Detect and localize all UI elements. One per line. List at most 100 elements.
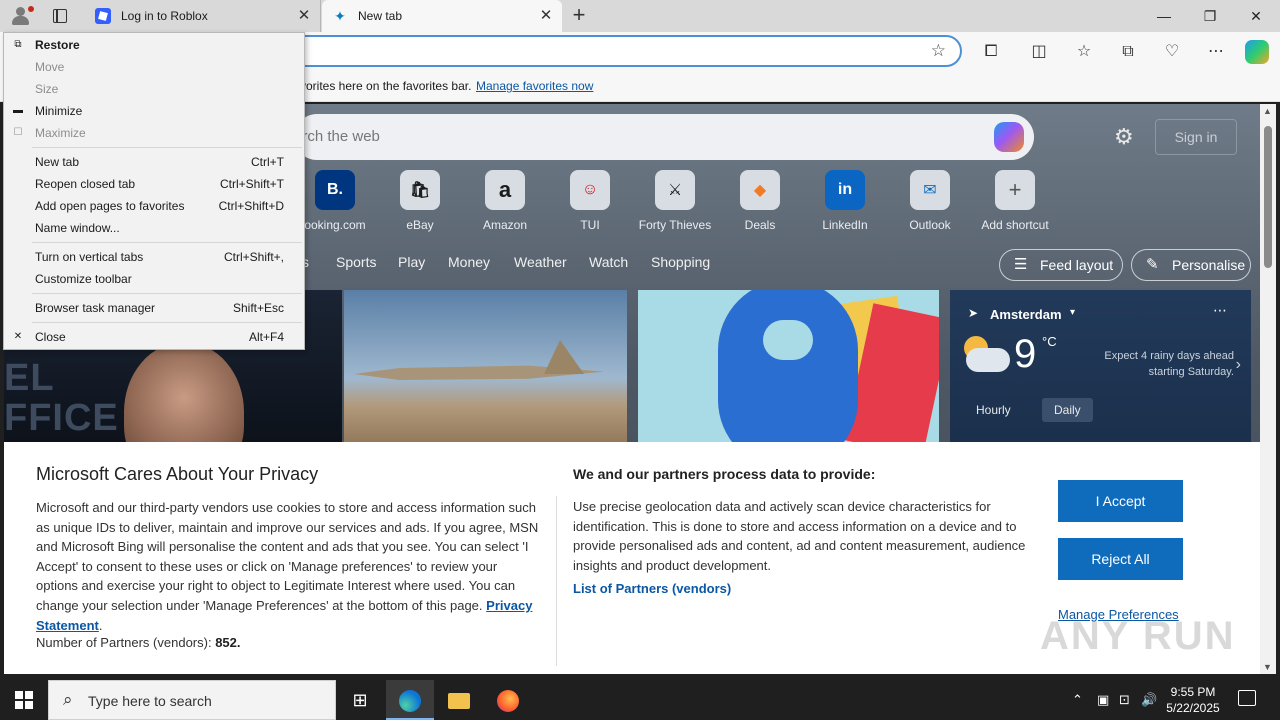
favorites-icon[interactable]: ☆ xyxy=(1070,40,1098,64)
web-search-box[interactable]: arch the web xyxy=(294,114,1034,160)
menu-item-add-to-favorites[interactable]: Add open pages to favorites Ctrl+Shift+D xyxy=(4,195,304,217)
nav-item-sports[interactable]: Sports xyxy=(336,254,376,270)
copilot-search-icon[interactable] xyxy=(994,122,1024,152)
partners-count-text: Number of Partners (vendors): 852. xyxy=(36,635,241,650)
weather-tab-hourly[interactable]: Hourly xyxy=(964,398,1023,422)
menu-item-restore[interactable]: ⧉ Restore xyxy=(4,34,304,56)
menu-separator xyxy=(32,293,302,294)
browser-essentials-icon[interactable]: ♡ xyxy=(1158,40,1186,64)
menu-item-name-window[interactable]: Name window... xyxy=(4,217,304,239)
favorite-star-icon[interactable]: ☆ xyxy=(931,41,946,61)
weather-location[interactable]: Amsterdam xyxy=(990,307,1062,322)
taskbar-firefox[interactable] xyxy=(484,680,532,720)
weather-forecast: Expect 4 rainy days ahead starting Satur… xyxy=(1104,350,1234,378)
tab-close-icon[interactable]: ✕ xyxy=(296,8,312,24)
ebay-icon: 🛍 xyxy=(400,170,440,210)
shortcut-deals[interactable]: ◆ Deals xyxy=(715,170,805,232)
collections-icon[interactable]: ⧉ xyxy=(1114,40,1142,64)
task-view-icon[interactable]: ⊞ xyxy=(336,680,384,720)
settings-gear-icon[interactable]: ⚙ xyxy=(1114,124,1134,150)
accept-button[interactable]: I Accept xyxy=(1058,480,1183,522)
nav-item-watch[interactable]: Watch xyxy=(589,254,628,270)
weather-tab-daily[interactable]: Daily xyxy=(1042,398,1093,422)
sign-in-button[interactable]: Sign in xyxy=(1155,119,1237,155)
split-screen-icon[interactable]: ◫ xyxy=(1025,40,1053,64)
restore-button[interactable]: ❐ xyxy=(1187,0,1233,32)
show-hidden-icons-icon[interactable]: ⌃ xyxy=(1072,692,1083,708)
tab-title: New tab xyxy=(358,9,403,23)
menu-item-label: Maximize xyxy=(35,126,86,140)
taskbar-clock[interactable]: 9:55 PM 5/22/2025 xyxy=(1163,684,1223,716)
linkedin-icon: in xyxy=(825,170,865,210)
menu-item-shortcut: Shift+Esc xyxy=(232,301,284,315)
manage-favorites-link[interactable]: Manage favorites now xyxy=(476,79,593,93)
weather-temperature: 9 xyxy=(1014,332,1037,376)
menu-item-close[interactable]: ✕ Close Alt+F4 xyxy=(4,326,304,348)
clock-time: 9:55 PM xyxy=(1170,685,1216,699)
nav-item-play[interactable]: Play xyxy=(398,254,425,270)
partners-label: Number of Partners (vendors): xyxy=(36,635,212,650)
shortcut-add[interactable]: + Add shortcut xyxy=(970,170,1060,232)
shortcut-forty-thieves[interactable]: ⚔ Forty Thieves xyxy=(630,170,720,232)
tab-actions-icon[interactable] xyxy=(50,6,70,26)
nav-item-weather[interactable]: Weather xyxy=(514,254,567,270)
title-bar: Log in to Roblox ✕ ✦ New tab ✕ + — ❐ ✕ xyxy=(0,0,1280,32)
copilot-icon[interactable] xyxy=(1245,40,1269,64)
chevron-right-icon[interactable]: › xyxy=(1236,356,1241,374)
menu-item-label: Close xyxy=(35,330,66,344)
shortcut-ebay[interactable]: 🛍 eBay xyxy=(375,170,465,232)
maximize-icon: ☐ xyxy=(13,127,23,138)
privacy-heading-2: We and our partners process data to prov… xyxy=(573,466,876,482)
notifications-icon[interactable] xyxy=(1238,690,1256,706)
scrollbar-thumb[interactable] xyxy=(1264,126,1272,268)
shortcut-label: eBay xyxy=(406,218,434,232)
taskbar-file-explorer[interactable] xyxy=(435,680,483,720)
menu-item-reopen-closed-tab[interactable]: Reopen closed tab Ctrl+Shift+T xyxy=(4,173,304,195)
news-card[interactable] xyxy=(638,290,939,450)
personalise-button[interactable]: ✎ Personalise xyxy=(1131,249,1251,281)
menu-item-task-manager[interactable]: Browser task manager Shift+Esc xyxy=(4,297,304,319)
profile-icon[interactable] xyxy=(8,4,34,28)
tab-close-icon[interactable]: ✕ xyxy=(538,8,554,24)
menu-item-label: New tab xyxy=(35,155,80,169)
tab-roblox[interactable]: Log in to Roblox ✕ xyxy=(85,0,321,32)
news-card[interactable] xyxy=(344,290,627,450)
taskbar-search-box[interactable]: ⌕ Type here to search xyxy=(48,680,336,720)
close-button[interactable]: ✕ xyxy=(1233,0,1279,32)
reject-all-button[interactable]: Reject All xyxy=(1058,538,1183,580)
minimize-button[interactable]: — xyxy=(1141,0,1187,32)
menu-item-label: Move xyxy=(35,60,65,74)
menu-item-minimize[interactable]: ▬ Minimize xyxy=(4,100,304,122)
extensions-icon[interactable]: ⧠ xyxy=(977,40,1005,64)
roblox-favicon-icon xyxy=(95,8,111,24)
network-icon[interactable]: ⊡ xyxy=(1119,692,1130,708)
taskbar-edge[interactable] xyxy=(386,680,434,720)
scroll-down-icon[interactable]: ▼ xyxy=(1263,662,1272,672)
menu-item-customize-toolbar[interactable]: Customize toolbar xyxy=(4,268,304,290)
menu-item-new-tab[interactable]: New tab Ctrl+T xyxy=(4,151,304,173)
weather-card[interactable]: ➤ Amsterdam ▾ ⋯ 9 °C Expect 4 rainy days… xyxy=(950,290,1251,450)
divider xyxy=(556,496,557,666)
address-bar[interactable]: ☆ xyxy=(290,35,962,67)
nav-item-shopping[interactable]: Shopping xyxy=(651,254,710,270)
menu-item-vertical-tabs[interactable]: Turn on vertical tabs Ctrl+Shift+, xyxy=(4,246,304,268)
more-options-icon[interactable]: ⋯ xyxy=(1213,302,1227,319)
windows-start-icon[interactable] xyxy=(15,691,33,709)
shortcut-outlook[interactable]: ✉ Outlook xyxy=(885,170,975,232)
tab-new-tab[interactable]: ✦ New tab ✕ xyxy=(322,0,562,32)
scroll-up-icon[interactable]: ▲ xyxy=(1263,106,1272,116)
shortcut-linkedin[interactable]: in LinkedIn xyxy=(800,170,890,232)
page-scrollbar[interactable]: ▲ ▼ xyxy=(1260,104,1276,674)
volume-icon[interactable]: 🔊 xyxy=(1141,692,1157,708)
shortcut-tui[interactable]: ☺ TUI xyxy=(545,170,635,232)
more-menu-icon[interactable]: ⋯ xyxy=(1202,40,1230,64)
menu-item-label: Restore xyxy=(35,38,80,52)
nav-item-money[interactable]: Money xyxy=(448,254,490,270)
new-tab-button[interactable]: + xyxy=(568,4,590,27)
device-icon[interactable]: ▣ xyxy=(1097,692,1109,708)
feed-layout-button[interactable]: ☰ Feed layout xyxy=(999,249,1123,281)
vendors-list-link[interactable]: List of Partners (vendors) xyxy=(573,581,731,596)
shortcut-amazon[interactable]: a Amazon xyxy=(460,170,550,232)
menu-item-label: Size xyxy=(35,82,59,96)
chevron-down-icon[interactable]: ▾ xyxy=(1070,307,1075,318)
